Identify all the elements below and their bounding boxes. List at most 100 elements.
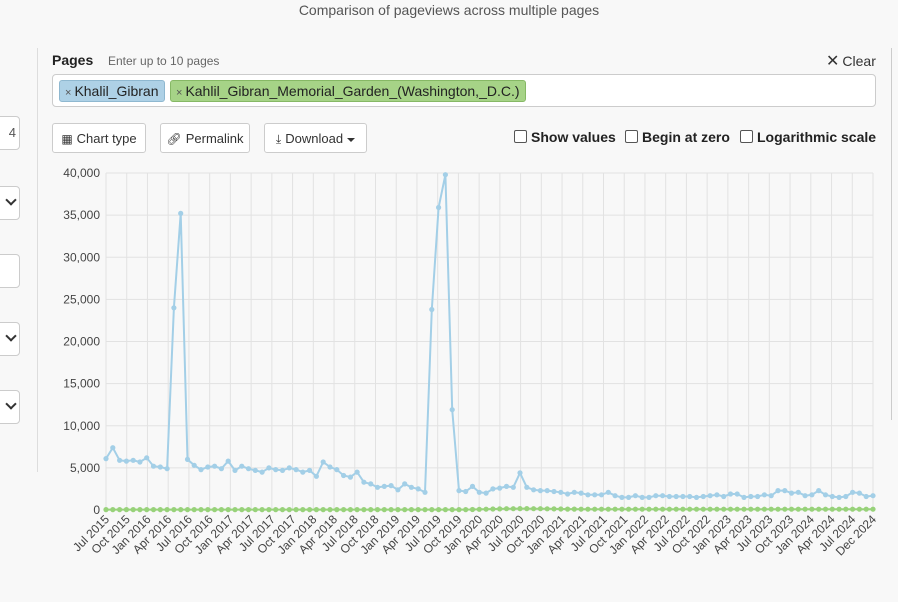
- show-values-checkbox[interactable]: Show values: [514, 129, 616, 145]
- data-point: [863, 493, 869, 500]
- y-tick-label: 40,000: [63, 166, 100, 180]
- data-point: [469, 483, 476, 489]
- data-point: [843, 493, 849, 500]
- data-point: [245, 507, 252, 513]
- data-point: [279, 467, 286, 473]
- data-point: [816, 488, 822, 494]
- data-point: [510, 506, 516, 512]
- data-point: [639, 506, 645, 512]
- data-point: [232, 467, 238, 473]
- data-point: [836, 506, 842, 512]
- data-point: [103, 456, 109, 462]
- data-point: [612, 493, 618, 499]
- data-point: [537, 506, 544, 512]
- data-point: [402, 507, 408, 513]
- data-point: [850, 506, 856, 512]
- page-tag-khalil-gibran[interactable]: × Khalil_Gibran: [59, 80, 165, 102]
- checkbox[interactable]: [740, 130, 753, 143]
- data-point: [802, 493, 808, 499]
- page-tag-memorial-garden[interactable]: × Kahlil_Gibran_Memorial_Garden_(Washingt…: [170, 80, 526, 102]
- data-point: [293, 507, 299, 513]
- data-point: [531, 487, 537, 493]
- data-point: [463, 488, 469, 495]
- log-scale-checkbox[interactable]: Logarithmic scale: [740, 129, 876, 145]
- remove-icon[interactable]: ×: [65, 87, 71, 99]
- data-point: [374, 507, 381, 513]
- close-icon: ✕: [826, 53, 840, 70]
- pageviews-chart: 05,00010,00015,00020,00025,00030,00035,0…: [63, 166, 879, 558]
- data-point: [476, 489, 482, 495]
- data-point: [775, 488, 781, 494]
- data-point: [551, 506, 557, 512]
- data-point: [612, 506, 618, 512]
- checkbox[interactable]: [625, 130, 638, 143]
- data-point: [436, 507, 442, 513]
- data-point: [666, 493, 673, 500]
- data-point: [761, 506, 768, 512]
- begin-at-zero-checkbox[interactable]: Begin at zero: [625, 129, 730, 145]
- data-point: [456, 488, 462, 494]
- data-point: [320, 459, 326, 465]
- caret-down-icon: [347, 137, 356, 142]
- data-point: [727, 491, 734, 497]
- data-point: [117, 507, 123, 513]
- data-point: [693, 506, 700, 512]
- data-point: [673, 493, 679, 500]
- data-point: [476, 506, 482, 512]
- data-point: [341, 507, 347, 513]
- data-point: [178, 210, 184, 216]
- data-point: [442, 172, 448, 178]
- data-point: [184, 456, 191, 462]
- data-point: [150, 463, 157, 469]
- data-point: [483, 490, 489, 496]
- data-point: [347, 507, 353, 513]
- data-point: [531, 506, 537, 512]
- data-point: [626, 494, 632, 500]
- data-point: [755, 493, 761, 500]
- data-point: [816, 506, 822, 512]
- data-point: [727, 506, 734, 512]
- data-point: [110, 445, 116, 451]
- data-point: [327, 464, 333, 470]
- data-point: [714, 506, 720, 512]
- data-point: [130, 507, 136, 513]
- data-point: [150, 507, 157, 513]
- data-point: [497, 506, 503, 512]
- data-point: [361, 507, 367, 513]
- data-point: [422, 489, 428, 495]
- left-field[interactable]: 4: [0, 116, 20, 150]
- clear-button[interactable]: ✕ Clear: [826, 51, 876, 71]
- data-point: [653, 493, 659, 499]
- remove-icon[interactable]: ×: [176, 87, 182, 99]
- data-point: [782, 506, 788, 512]
- checkbox[interactable]: [514, 130, 527, 143]
- data-point: [117, 457, 123, 463]
- data-point: [809, 492, 815, 498]
- data-point: [680, 506, 686, 512]
- data-point: [714, 492, 720, 498]
- chart-type-button[interactable]: ▦ Chart type: [52, 123, 146, 153]
- data-point: [218, 507, 224, 513]
- data-point: [619, 506, 625, 512]
- data-point: [795, 489, 801, 495]
- data-point: [239, 463, 245, 469]
- data-point: [585, 506, 591, 512]
- download-button[interactable]: ⤓ Download: [264, 123, 367, 153]
- data-point: [497, 485, 503, 491]
- data-point: [368, 507, 374, 513]
- data-point: [707, 493, 713, 499]
- data-point: [639, 494, 645, 500]
- pages-input[interactable]: × Khalil_Gibran × Kahlil_Gibran_Memorial_G…: [52, 74, 876, 107]
- data-point: [822, 492, 829, 498]
- data-point: [205, 464, 211, 470]
- data-point: [707, 506, 713, 512]
- data-point: [788, 490, 795, 496]
- data-point: [279, 507, 286, 513]
- permalink-button[interactable]: 🔗︎ Permalink: [160, 123, 250, 153]
- data-point: [578, 490, 584, 496]
- data-point: [286, 507, 292, 513]
- data-point: [829, 506, 835, 512]
- data-point: [646, 494, 652, 500]
- data-point: [395, 507, 401, 513]
- data-point: [354, 469, 360, 475]
